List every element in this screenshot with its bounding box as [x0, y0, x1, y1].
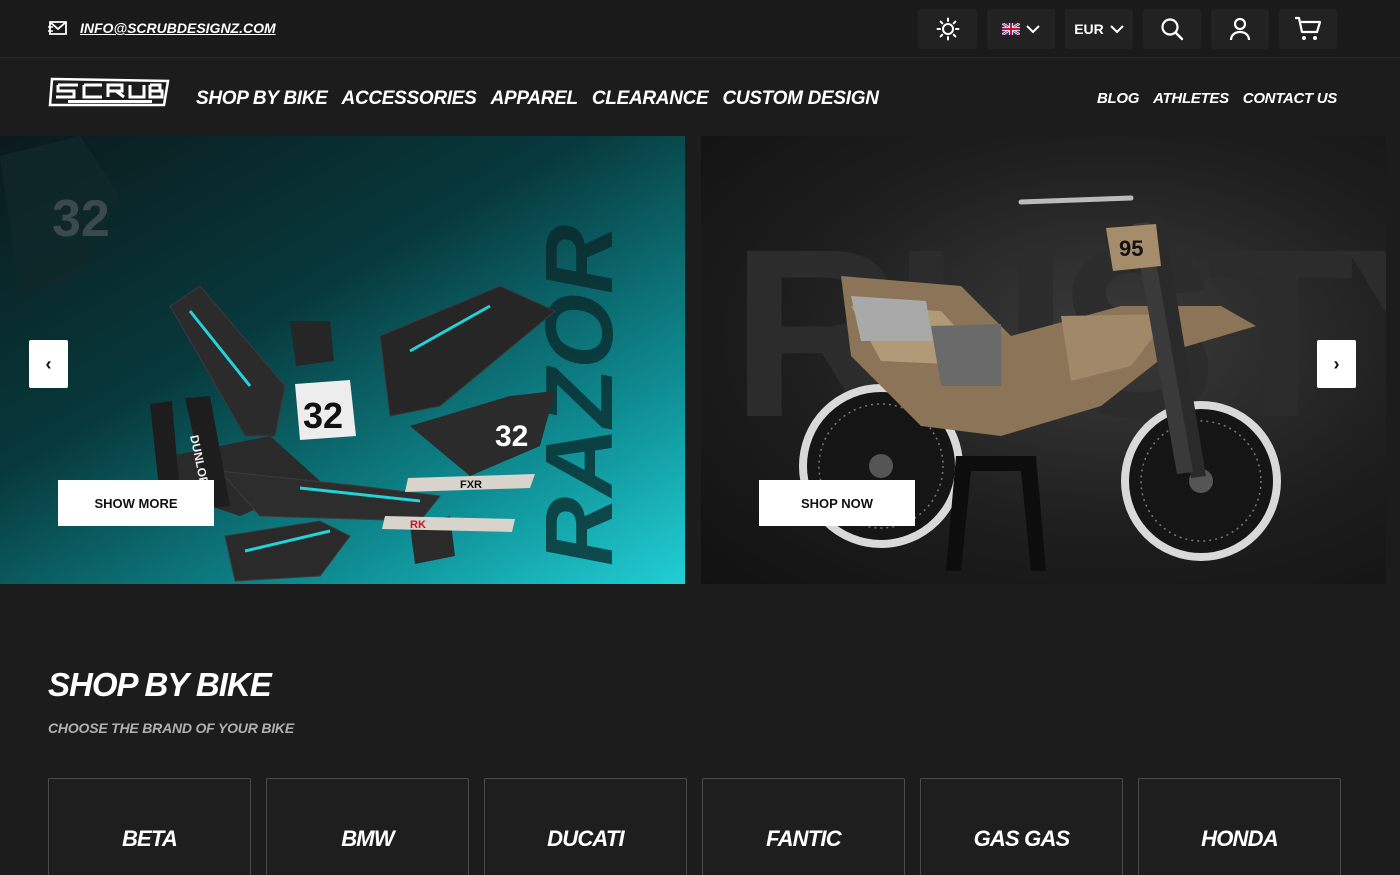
brand-card-beta[interactable]: BETA [48, 778, 251, 875]
nav-clearance[interactable]: CLEARANCE [592, 88, 709, 110]
mail-icon [48, 21, 67, 35]
cart-icon [1295, 16, 1322, 40]
brand-card-gas-gas[interactable]: GAS GAS [920, 778, 1123, 875]
account-button[interactable] [1211, 9, 1269, 49]
language-select[interactable] [987, 9, 1055, 49]
currency-label: EUR [1074, 21, 1104, 37]
hero-right-plate-number: 95 [1119, 236, 1143, 261]
top-bar: INFO@SCRUBDESIGNZ.COM EUR [0, 0, 1400, 58]
nav-blog[interactable]: BLOG [1097, 90, 1139, 107]
carousel-next-button[interactable]: › [1317, 340, 1356, 388]
user-icon [1229, 17, 1251, 41]
brand-label: FANTIC [766, 826, 841, 851]
carousel-prev-button[interactable]: ‹ [29, 340, 68, 388]
brand-card-bmw[interactable]: BMW [266, 778, 469, 875]
hero-banner-right[interactable]: RUSTY 95 SHOP NOW › [701, 136, 1386, 584]
brand-label: BMW [341, 826, 394, 851]
main-nav: SHOP BY BIKE ACCESSORIES APPAREL CLEARAN… [0, 59, 1400, 136]
sun-icon [936, 17, 959, 41]
hero-left-plate-number: 32 [303, 395, 343, 436]
currency-select[interactable]: EUR [1065, 9, 1133, 49]
nav-contact-us[interactable]: CONTACT US [1243, 90, 1338, 107]
hero-left-decal-rk: RK [410, 519, 426, 531]
nav-apparel[interactable]: APPAREL [491, 88, 579, 110]
nav-accessories[interactable]: ACCESSORIES [342, 88, 477, 110]
nav-shop-by-bike[interactable]: SHOP BY BIKE [196, 88, 328, 110]
chevron-down-icon [1026, 24, 1040, 33]
hero-left-side-number: 32 [495, 420, 528, 453]
email-link[interactable]: INFO@SCRUBDESIGNZ.COM [48, 18, 276, 38]
brand-label: GAS GAS [973, 826, 1071, 851]
cart-button[interactable] [1279, 9, 1337, 49]
brand-grid: BETA BMW DUCATI FANTIC GAS GAS HONDA [48, 778, 1341, 875]
email-text: INFO@SCRUBDESIGNZ.COM [80, 20, 276, 36]
section-title: SHOP BY BIKE [48, 666, 272, 703]
brand-label: BETA [121, 826, 178, 851]
hero-left-decal-fxr: FXR [460, 479, 482, 491]
nav-custom-design[interactable]: CUSTOM DESIGN [722, 88, 879, 110]
brand-card-ducati[interactable]: DUCATI [484, 778, 687, 875]
section-subtitle: CHOOSE THE BRAND OF YOUR BIKE [48, 720, 294, 736]
scrub-logo[interactable] [48, 75, 172, 111]
shop-now-button[interactable]: SHOP NOW [759, 480, 915, 526]
brand-card-fantic[interactable]: FANTIC [702, 778, 905, 875]
brand-label: HONDA [1201, 826, 1278, 851]
chevron-down-icon [1110, 24, 1124, 33]
search-icon [1161, 18, 1184, 41]
brand-card-honda[interactable]: HONDA [1138, 778, 1341, 875]
show-more-button[interactable]: SHOW MORE [58, 480, 214, 526]
hero-left-number: 32 [52, 190, 110, 248]
search-button[interactable] [1143, 9, 1201, 49]
theme-toggle-button[interactable] [918, 9, 977, 49]
nav-athletes[interactable]: ATHLETES [1153, 90, 1229, 107]
brand-label: DUCATI [547, 826, 624, 851]
hero-banner-left[interactable]: RAZOR 32 32 32 DUNLOP FXR RK SHOW MORE ‹ [0, 136, 685, 584]
uk-flag-icon [1002, 23, 1020, 35]
